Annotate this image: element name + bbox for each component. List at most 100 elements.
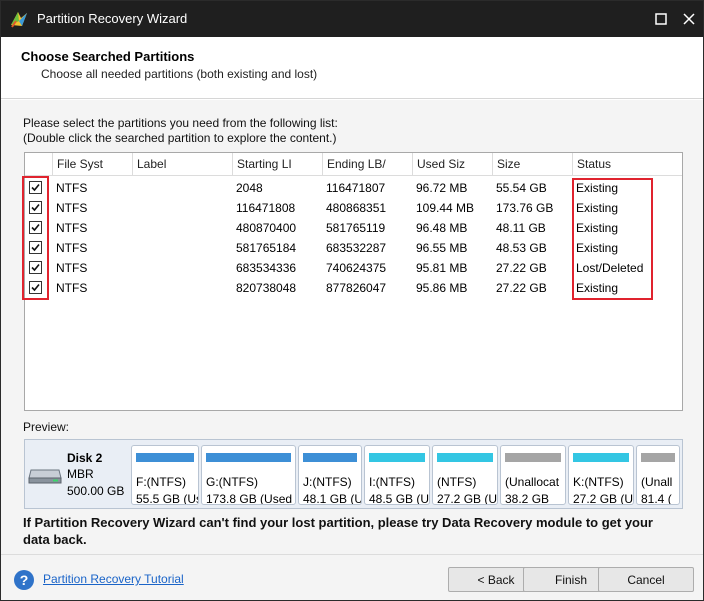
column-header-starting-lba[interactable]: Starting LI	[232, 153, 322, 176]
window-title: Partition Recovery Wizard	[37, 11, 188, 26]
cell-file-system: NTFS	[56, 221, 88, 235]
partition-size: 173.8 GB (Used	[206, 492, 293, 505]
partition-size: 48.5 GB (U	[369, 492, 430, 505]
preview-label: Preview:	[23, 420, 70, 434]
partition-size: 27.2 GB (U	[573, 492, 634, 505]
cell-label	[132, 218, 232, 238]
cell-label	[132, 278, 232, 298]
maximize-icon[interactable]	[651, 9, 671, 29]
cell-size: 48.11 GB	[496, 221, 546, 235]
instruction-line-1: Please select the partitions you need fr…	[23, 116, 338, 130]
column-header-status[interactable]: Status	[572, 153, 682, 176]
cell-ending-lba: 480868351	[326, 201, 387, 215]
cell-used-size: 95.81 MB	[416, 261, 468, 275]
cell-size: 48.53 GB	[496, 241, 547, 255]
wizard-header: Choose Searched Partitions Choose all ne…	[1, 37, 703, 99]
title-bar[interactable]: Partition Recovery Wizard	[1, 1, 703, 37]
column-header-label[interactable]: Label	[132, 153, 232, 176]
partition-size: 27.2 GB (U	[437, 492, 498, 505]
cell-file-system: NTFS	[56, 241, 88, 255]
disk-info: Disk 2 MBR 500.00 GB	[25, 440, 131, 508]
cell-file-system: NTFS	[56, 201, 88, 215]
cell-ending-lba: 116471807	[326, 181, 386, 195]
cell-label	[132, 178, 232, 198]
hard-disk-icon	[28, 464, 62, 487]
disk-size: 500.00 GB	[67, 484, 125, 498]
cell-size: 27.22 GB	[496, 281, 547, 295]
partition-color-bar	[641, 453, 675, 462]
disk-partition-block[interactable]: F:(NTFS) 55.5 GB (Us	[131, 445, 199, 505]
cell-label	[132, 258, 232, 278]
column-header-used-size[interactable]: Used Siz	[412, 153, 492, 176]
page-subtitle: Choose all needed partitions (both exist…	[41, 67, 318, 81]
partition-name: (Unallocat	[505, 475, 560, 489]
partition-name: I:(NTFS)	[369, 475, 415, 489]
cell-label	[132, 198, 232, 218]
partition-name: K:(NTFS)	[573, 475, 624, 489]
disk-partition-block[interactable]: I:(NTFS) 48.5 GB (U	[364, 445, 430, 505]
disk-partition-block[interactable]: (Unall 81.4 (	[636, 445, 680, 505]
table-header: File Syst Label Starting LI Ending LB/ U…	[25, 153, 682, 176]
column-header-file-system[interactable]: File Syst	[52, 153, 132, 176]
partition-color-bar	[206, 453, 291, 462]
cell-used-size: 109.44 MB	[416, 201, 475, 215]
cell-ending-lba: 683532287	[326, 241, 387, 255]
cell-starting-lba: 480870400	[236, 221, 297, 235]
cell-file-system: NTFS	[56, 261, 88, 275]
cell-size: 55.54 GB	[496, 181, 547, 195]
disk-partition-block[interactable]: J:(NTFS) 48.1 GB (U	[298, 445, 362, 505]
status-column-highlight	[572, 178, 653, 300]
cell-starting-lba: 2048	[236, 181, 263, 195]
cell-ending-lba: 581765119	[326, 221, 386, 235]
page-title: Choose Searched Partitions	[21, 49, 195, 64]
partition-name: (Unall	[641, 475, 673, 489]
cancel-button[interactable]: Cancel	[598, 567, 694, 592]
cell-starting-lba: 116471808	[236, 201, 296, 215]
column-header-size[interactable]: Size	[492, 153, 572, 176]
cell-file-system: NTFS	[56, 181, 88, 195]
cell-starting-lba: 683534336	[236, 261, 297, 275]
close-icon[interactable]	[679, 9, 699, 29]
checkbox-column-highlight	[22, 176, 49, 300]
disk-partition-block[interactable]: G:(NTFS) 173.8 GB (Used	[201, 445, 296, 505]
cell-used-size: 96.48 MB	[416, 221, 468, 235]
partition-recovery-tutorial-link[interactable]: Partition Recovery Tutorial	[43, 572, 184, 586]
help-icon[interactable]: ?	[13, 569, 35, 591]
disk-type: MBR	[67, 467, 94, 481]
partition-color-bar	[369, 453, 425, 462]
partition-color-bar	[437, 453, 493, 462]
partition-recovery-wizard-window: Partition Recovery Wizard Choose Searche…	[0, 0, 704, 601]
cell-ending-lba: 877826047	[326, 281, 387, 295]
partition-size: 81.4 (	[641, 492, 672, 505]
footer-divider	[1, 554, 703, 555]
column-header-ending-lba[interactable]: Ending LB/	[322, 153, 412, 176]
instruction-line-2: (Double click the searched partition to …	[23, 131, 337, 145]
column-header-select[interactable]	[25, 153, 52, 176]
cell-used-size: 96.72 MB	[416, 181, 468, 195]
partition-size: 48.1 GB (U	[303, 492, 362, 505]
partition-name: J:(NTFS)	[303, 475, 352, 489]
partition-name: F:(NTFS)	[136, 475, 186, 489]
cell-file-system: NTFS	[56, 281, 88, 295]
disk-partition-block[interactable]: K:(NTFS) 27.2 GB (U	[568, 445, 634, 505]
cell-size: 173.76 GB	[496, 201, 554, 215]
cell-starting-lba: 820738048	[236, 281, 297, 295]
recovery-hint-note: If Partition Recovery Wizard can't find …	[23, 515, 653, 547]
partition-color-bar	[573, 453, 629, 462]
app-logo-icon	[9, 9, 29, 29]
cell-size: 27.22 GB	[496, 261, 547, 275]
partition-name: G:(NTFS)	[206, 475, 258, 489]
cell-ending-lba: 740624375	[326, 261, 387, 275]
disk-name: Disk 2	[67, 451, 103, 465]
partition-color-bar	[303, 453, 357, 462]
partition-color-bar	[136, 453, 194, 462]
cell-used-size: 96.55 MB	[416, 241, 468, 255]
disk-partition-block[interactable]: (NTFS) 27.2 GB (U	[432, 445, 498, 505]
partition-size: 38.2 GB	[505, 492, 550, 505]
cell-label	[132, 238, 232, 258]
disk-partition-block[interactable]: (Unallocat 38.2 GB	[500, 445, 566, 505]
disk-map-preview: Disk 2 MBR 500.00 GB F:(NTFS) 55.5 GB (Us…	[24, 439, 683, 509]
cell-starting-lba: 581765184	[236, 241, 297, 255]
partition-size: 55.5 GB (Us	[136, 492, 199, 505]
svg-text:?: ?	[20, 572, 29, 588]
